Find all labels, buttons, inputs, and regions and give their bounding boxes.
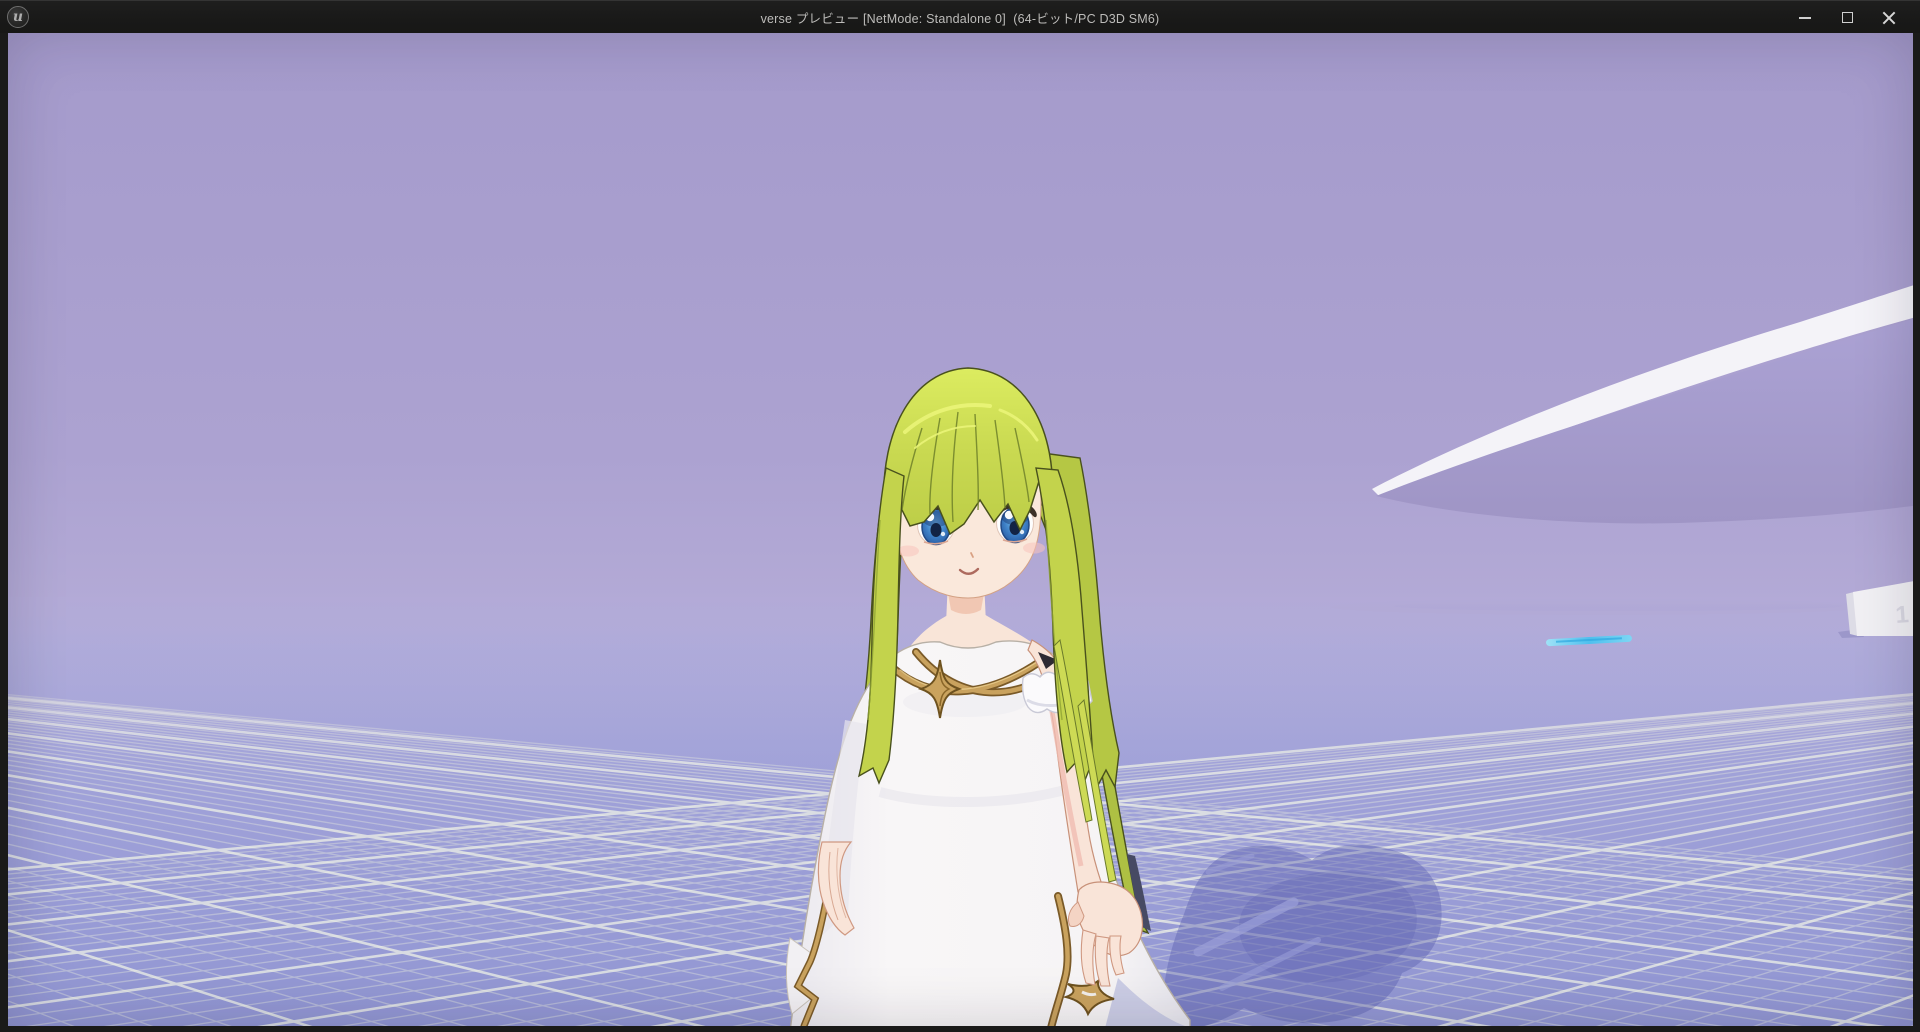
cube-label: 1 [1895, 601, 1910, 629]
close-icon [1882, 11, 1896, 25]
window-border-left [0, 33, 8, 1032]
game-viewport[interactable]: 1 [0, 0, 1920, 1032]
window-border-bottom [0, 1026, 1920, 1032]
window-border-right [1913, 33, 1920, 1032]
window-controls [1784, 1, 1910, 34]
close-button[interactable] [1868, 1, 1910, 34]
window-title: verse プレビュー [NetMode: Standalone 0] (64-… [0, 1, 1920, 34]
minimize-icon [1799, 17, 1811, 19]
maximize-button[interactable] [1826, 1, 1868, 34]
maximize-icon [1842, 12, 1853, 23]
minimize-button[interactable] [1784, 1, 1826, 34]
titlebar: u verse プレビュー [NetMode: Standalone 0] (6… [0, 0, 1920, 33]
scene: 1 [0, 0, 1920, 1032]
